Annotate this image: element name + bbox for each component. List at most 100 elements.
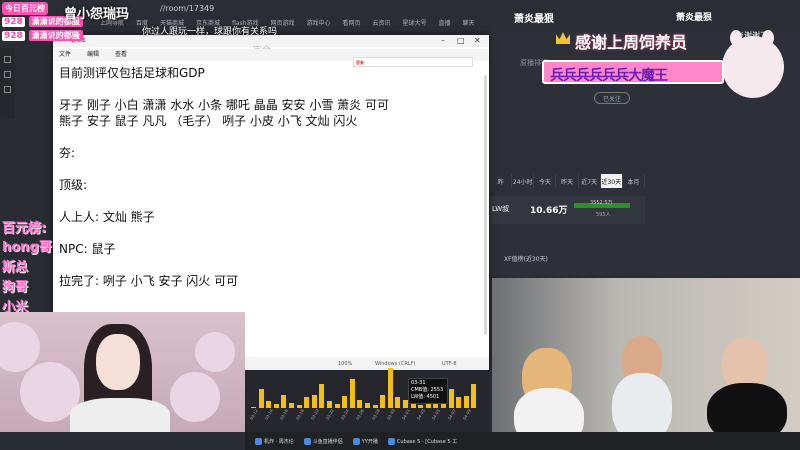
banner-name-right: 萧炎最狠 xyxy=(676,13,713,23)
x-tick-label: 04-07 xyxy=(446,408,457,421)
chart-bar[interactable] xyxy=(380,394,386,408)
chart-bar[interactable] xyxy=(463,396,469,408)
rank-row: 928 潇潇说的都骚 xyxy=(2,30,83,41)
left-sidebar xyxy=(0,48,15,118)
text-line: 人上人: 文灿 熊子 xyxy=(59,210,155,224)
app-icon xyxy=(352,437,360,445)
chart-bar[interactable] xyxy=(273,404,279,408)
menu-item[interactable]: 编辑 xyxy=(87,49,99,61)
chart-bar[interactable] xyxy=(471,384,477,408)
x-tick-label: 03-18 xyxy=(294,408,305,421)
bookmark-item[interactable]: 聊天 xyxy=(463,18,475,27)
chart-bar[interactable] xyxy=(304,397,310,408)
stat-bar-label: 3552.5万 xyxy=(590,200,613,206)
period-tab[interactable]: 近30天 xyxy=(600,174,623,188)
chart-bar[interactable] xyxy=(387,368,393,408)
caption-text: 你过人跟玩一样，球跟你有关系吗 xyxy=(142,27,278,37)
period-tab[interactable]: 昨天 xyxy=(556,174,579,188)
sidebar-icon[interactable] xyxy=(4,86,11,93)
period-tab[interactable]: 昨 xyxy=(490,174,513,188)
daily-rank-title: 今日百元榜 xyxy=(2,2,48,15)
donor-name: 狗哥 xyxy=(2,280,29,295)
chart-bar[interactable] xyxy=(342,396,348,408)
period-tab[interactable]: 本月 xyxy=(623,174,645,188)
text-line: 拉完了: 咧子 小飞 安子 闪火 可可 xyxy=(59,274,239,288)
xf-rank-label: XF值榜(近30天) xyxy=(504,256,548,263)
notification-text: 您有 xyxy=(356,60,364,65)
stat-value: 10.66万 xyxy=(530,206,568,216)
period-tab[interactable]: 近7天 xyxy=(579,174,601,188)
x-tick-label: 03-22 xyxy=(324,408,335,421)
sidebar-icon[interactable] xyxy=(4,71,11,78)
chart-bar[interactable] xyxy=(289,402,294,408)
period-tab[interactable]: 24小时 xyxy=(512,174,535,188)
sidebar-icon[interactable] xyxy=(4,56,11,63)
chart-bar[interactable] xyxy=(349,378,355,408)
taskbar-item[interactable]: Cubase 5 - [Cubase 5 工 xyxy=(387,437,458,445)
text-line: NPC: 鼠子 xyxy=(59,242,116,256)
banner-thanks: 感谢上周饲养员 xyxy=(575,33,688,52)
chart-bar[interactable] xyxy=(395,397,401,408)
taskbar-label: Cubase 5 - [Cubase 5 工 xyxy=(396,438,458,445)
x-tick-label: 03-16 xyxy=(279,408,290,421)
x-tick-label: 04-01 xyxy=(400,408,411,421)
tooltip-line2: LW值: 4501 xyxy=(411,394,440,400)
taskbar-item[interactable]: 斗鱼直播伴侣 xyxy=(303,437,343,445)
period-tab[interactable]: 今天 xyxy=(534,174,557,188)
x-tick-label: 03-28 xyxy=(370,408,381,421)
chart-bar[interactable] xyxy=(456,397,462,408)
stat-row: LW叔 10.66万 3552.5万 595人 xyxy=(490,196,645,224)
taskbar-item[interactable]: 机炸 · 周杰伦 xyxy=(255,437,294,445)
rank-number: 928 xyxy=(2,16,25,27)
text-line: 夯: xyxy=(59,146,76,160)
zoom-level: 100% xyxy=(338,361,353,367)
x-tick-label: 03-24 xyxy=(339,408,351,421)
chart-bar[interactable] xyxy=(334,404,340,408)
bar-chart: 03-12 03-14 03-16 03-18 03-20 03-22 03-24 03-26… xyxy=(245,368,490,432)
period-tabs: 昨 24小时 今天 昨天 近7天 近30天 本月 xyxy=(490,174,645,188)
hundred-rank-title: 百元榜: xyxy=(2,221,47,236)
address-bar[interactable]: //room/17349 xyxy=(160,4,214,13)
menu-item[interactable]: 文件 xyxy=(59,49,71,61)
chart-bar[interactable] xyxy=(448,389,454,408)
text-line: 顶级: xyxy=(59,178,88,192)
stat-bar-sub: 595人 xyxy=(596,212,611,218)
close-icon[interactable]: ✕ xyxy=(474,36,481,45)
maximize-icon[interactable]: □ xyxy=(457,36,465,45)
x-tick-label: 03-14 xyxy=(263,408,275,421)
chart-bar[interactable] xyxy=(281,394,287,408)
menu-item[interactable]: 查看 xyxy=(115,49,127,61)
text-line: 牙子 刚子 小白 潇潇 水水 小条 哪吒 晶晶 安安 小雪 萧炎 可可 xyxy=(59,98,389,112)
webcam-streamer xyxy=(0,312,245,432)
mascot-icon xyxy=(722,30,784,98)
x-tick-label: 04-03 xyxy=(415,408,427,421)
scrollbar[interactable] xyxy=(484,75,487,335)
text-line: 目前测评仅包括足球和GDP xyxy=(59,66,205,80)
app-icon xyxy=(255,437,262,445)
taskbar-item[interactable]: YY开播 xyxy=(352,437,378,445)
x-tick-label: 03-20 xyxy=(309,408,320,421)
minimize-icon[interactable]: – xyxy=(441,36,445,45)
rank-name: 潇潇说的都骚 xyxy=(28,30,83,41)
bookmark-item[interactable]: 直播 xyxy=(439,18,451,27)
chart-bar[interactable] xyxy=(425,404,431,408)
feeder-name: 兵兵兵兵兵兵大魔王 xyxy=(550,68,668,84)
bookmark-item[interactable]: 游戏中心 xyxy=(306,18,330,27)
chart-bar[interactable] xyxy=(365,402,370,408)
bookmark-item[interactable]: 星球大号 xyxy=(403,18,427,27)
bookmark-item[interactable]: 看网页 xyxy=(342,18,360,27)
follow-button[interactable]: 已关注 xyxy=(594,92,630,104)
notification-toast[interactable]: 您有 xyxy=(353,57,473,67)
chart-bar[interactable] xyxy=(266,401,272,408)
chart-bar[interactable] xyxy=(319,384,325,408)
taskbar: 机炸 · 周杰伦 斗鱼直播伴侣 YY开播 Cubase 5 - [Cubase 5 工 xyxy=(245,432,800,450)
streamer-title: 曾小怨瑞玛 xyxy=(64,7,130,22)
app-icon xyxy=(387,437,395,445)
chart-bar[interactable] xyxy=(327,401,332,408)
banner-name-left: 萧炎最狠 xyxy=(514,14,554,25)
chart-bar[interactable] xyxy=(311,394,317,408)
tooltip-line1: CMB值: 2553 xyxy=(411,387,444,393)
app-icon xyxy=(303,437,311,445)
chart-bar[interactable] xyxy=(258,389,264,408)
bookmark-item[interactable]: 云资讯 xyxy=(373,18,391,27)
